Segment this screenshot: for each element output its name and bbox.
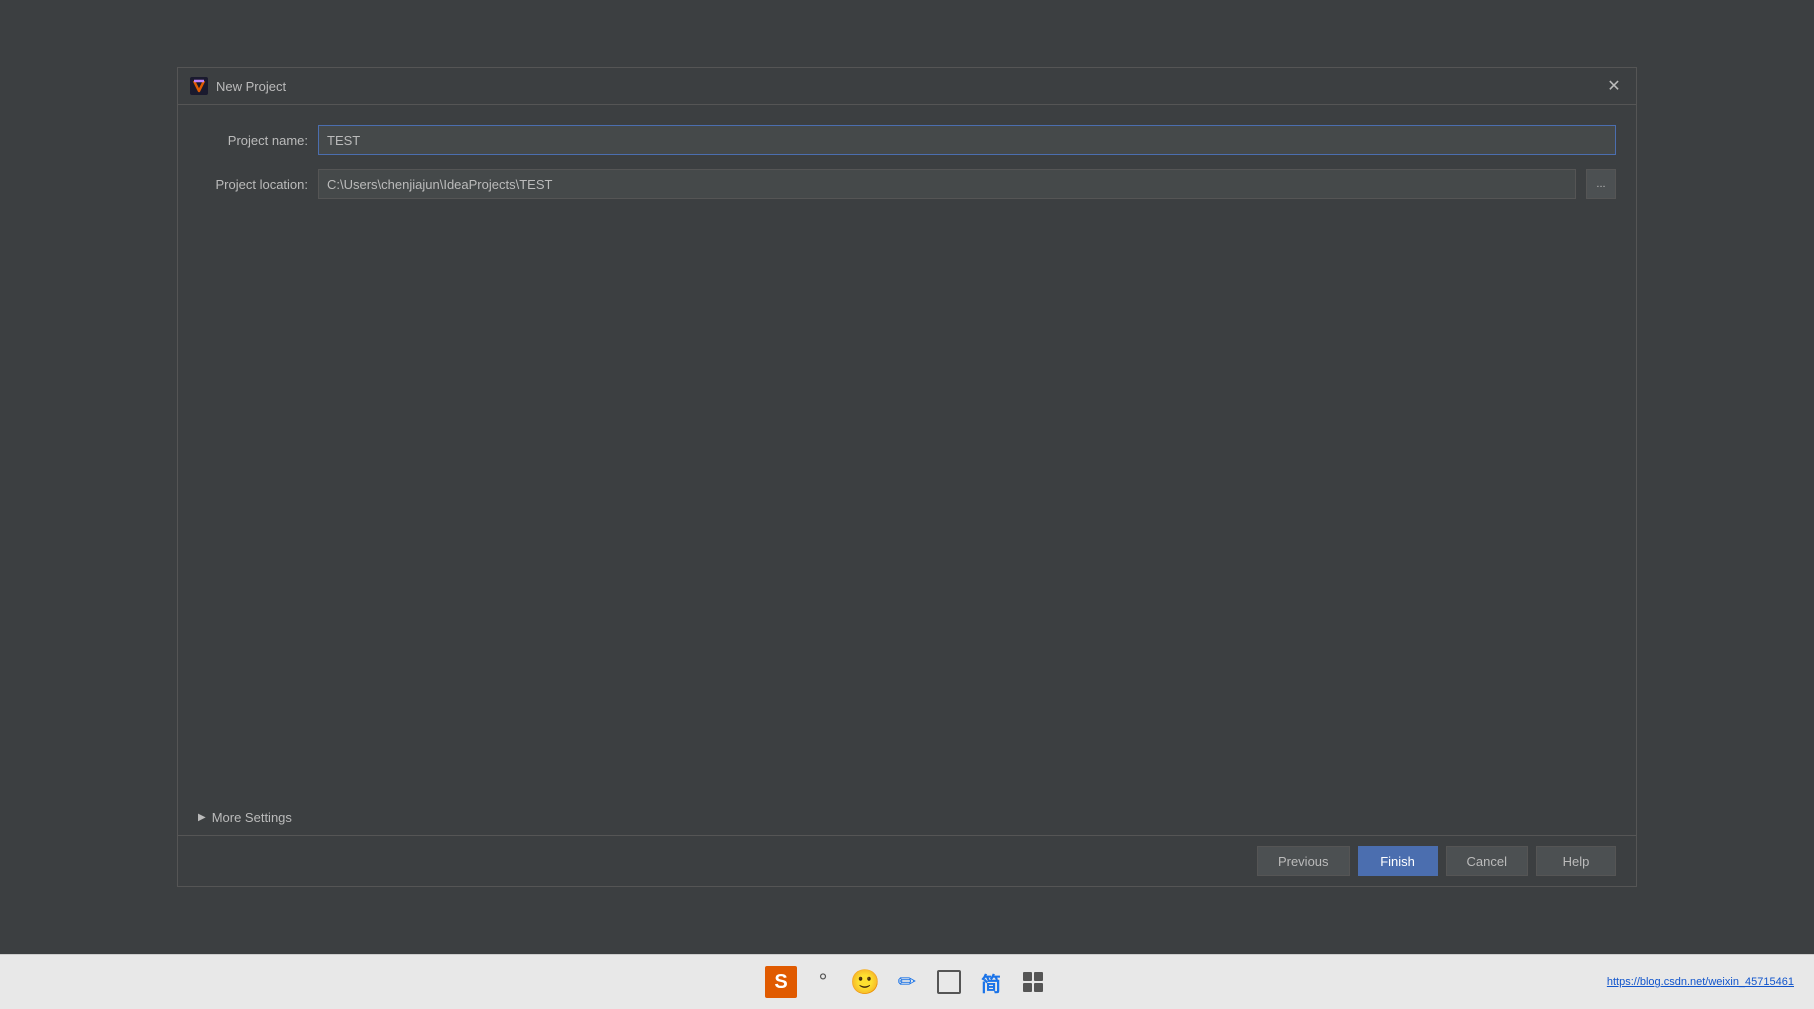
project-location-input[interactable] bbox=[318, 169, 1576, 199]
smiley-icon: 🙂 bbox=[850, 968, 880, 997]
more-settings-section[interactable]: ▶ More Settings bbox=[178, 800, 1636, 835]
close-button[interactable]: ✕ bbox=[1604, 76, 1624, 96]
previous-button[interactable]: Previous bbox=[1257, 846, 1350, 876]
project-name-row: Project name: bbox=[198, 125, 1616, 155]
s-app-icon: S bbox=[765, 966, 797, 998]
taskbar-pencil-icon[interactable]: ✏ bbox=[887, 961, 927, 1003]
app-icon bbox=[190, 77, 208, 95]
dialog-wrapper: New Project ✕ Project name: Project loca… bbox=[0, 0, 1814, 954]
degree-icon: ° bbox=[819, 969, 828, 995]
project-name-label: Project name: bbox=[198, 133, 308, 148]
taskbar-jian-icon[interactable]: 简 bbox=[971, 961, 1011, 1003]
taskbar-degree-icon[interactable]: ° bbox=[803, 961, 843, 1003]
browse-button[interactable]: ... bbox=[1586, 169, 1616, 199]
taskbar-square-icon[interactable] bbox=[929, 961, 969, 1003]
project-name-input[interactable] bbox=[318, 125, 1616, 155]
new-project-dialog: New Project ✕ Project name: Project loca… bbox=[177, 67, 1637, 887]
more-settings-arrow: ▶ bbox=[198, 812, 206, 823]
dialog-body: Project name: Project location: ... bbox=[178, 105, 1636, 800]
project-location-row: Project location: ... bbox=[198, 169, 1616, 199]
page-wrapper: New Project ✕ Project name: Project loca… bbox=[0, 0, 1814, 1009]
taskbar-grid-icon[interactable] bbox=[1013, 961, 1053, 1003]
taskbar-icons: S ° 🙂 ✏ 简 bbox=[761, 961, 1053, 1003]
help-button[interactable]: Help bbox=[1536, 846, 1616, 876]
dialog-footer: Previous Finish Cancel Help bbox=[178, 835, 1636, 886]
pencil-icon: ✏ bbox=[898, 969, 916, 995]
jian-icon: 简 bbox=[981, 968, 1001, 997]
title-bar-left: New Project bbox=[190, 77, 286, 95]
taskbar-s-icon[interactable]: S bbox=[761, 961, 801, 1003]
square-icon bbox=[937, 970, 961, 994]
taskbar-smiley-icon[interactable]: 🙂 bbox=[845, 961, 885, 1003]
taskbar: S ° 🙂 ✏ 简 https://blog.csdn.n bbox=[0, 954, 1814, 1009]
taskbar-url[interactable]: https://blog.csdn.net/weixin_45715461 bbox=[1607, 976, 1794, 988]
grid-icon bbox=[1023, 972, 1043, 992]
body-spacer bbox=[198, 213, 1616, 800]
cancel-button[interactable]: Cancel bbox=[1446, 846, 1528, 876]
finish-button[interactable]: Finish bbox=[1358, 846, 1438, 876]
dialog-title: New Project bbox=[216, 79, 286, 94]
more-settings-label: More Settings bbox=[212, 810, 292, 825]
title-bar: New Project ✕ bbox=[178, 68, 1636, 105]
project-location-label: Project location: bbox=[198, 177, 308, 192]
